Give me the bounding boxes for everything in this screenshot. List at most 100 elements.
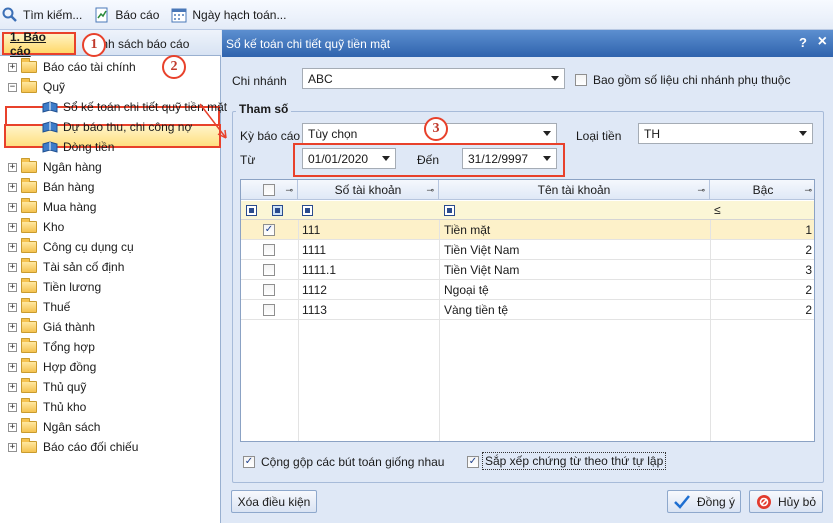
chevron-down-icon[interactable]: [538, 124, 556, 143]
tree-node-1[interactable]: − Quỹ: [8, 77, 65, 97]
include-sub-branch-checkbox[interactable]: [575, 74, 587, 86]
expand-icon[interactable]: +: [8, 222, 17, 232]
expand-icon[interactable]: +: [8, 382, 17, 392]
pin-icon[interactable]: ⊸: [426, 185, 434, 196]
tree-node-14[interactable]: + Tổng hợp: [8, 337, 95, 357]
grid-header-account-name[interactable]: Tên tài khoản ⊸: [439, 180, 710, 200]
tree-node-19[interactable]: + Báo cáo đối chiếu: [8, 437, 138, 457]
tree-node-6[interactable]: + Bán hàng: [8, 177, 94, 197]
folder-icon: [21, 338, 37, 353]
chevron-down-icon[interactable]: [377, 149, 395, 168]
select-all-checkbox[interactable]: [263, 183, 275, 196]
filter-account-no-icon[interactable]: [302, 205, 313, 216]
clear-conditions-button[interactable]: Xóa điều kiện: [231, 490, 317, 513]
pin-icon[interactable]: ⊸: [697, 185, 705, 196]
row-checkbox[interactable]: [263, 284, 275, 296]
branch-combobox[interactable]: ABC: [302, 68, 565, 89]
ok-button[interactable]: Đồng ý: [667, 490, 741, 513]
account-name-cell: Tiền mặt: [444, 223, 491, 237]
help-icon[interactable]: ?: [799, 35, 807, 50]
tree-node-7[interactable]: + Mua hàng: [8, 197, 96, 217]
tree-node-3[interactable]: Dự báo thu, chi công nợ: [42, 117, 192, 137]
expand-icon[interactable]: +: [8, 62, 17, 72]
grid-header-select[interactable]: ⊸: [241, 180, 298, 200]
folder-icon: [21, 218, 37, 233]
filter-account-name-icon[interactable]: [444, 205, 455, 216]
currency-combobox[interactable]: TH: [638, 123, 813, 144]
tree-node-11[interactable]: + Tiền lương: [8, 277, 101, 297]
table-row[interactable]: 1111.1 Tiền Việt Nam 3: [241, 260, 814, 280]
from-label: Từ: [240, 153, 256, 167]
tree-node-label: Thủ kho: [43, 400, 87, 414]
tree-node-12[interactable]: + Thuế: [8, 297, 70, 317]
account-no-cell: 1111: [302, 243, 327, 257]
cancel-button[interactable]: Hủy bỏ: [749, 490, 823, 513]
grid-header-account-no[interactable]: Số tài khoản ⊸: [298, 180, 439, 200]
step-callout-1: 1: [82, 33, 106, 57]
filter-check-icon[interactable]: [272, 205, 283, 216]
filter-select-icon[interactable]: [246, 205, 257, 216]
level-cell: 2: [805, 283, 812, 297]
tree-node-4[interactable]: Dòng tiền: [42, 137, 114, 157]
tree-node-16[interactable]: + Thủ quỹ: [8, 377, 86, 397]
tree-node-15[interactable]: + Hợp đồng: [8, 357, 96, 377]
expand-icon[interactable]: +: [8, 162, 17, 172]
tree-node-9[interactable]: + Công cụ dụng cụ: [8, 237, 134, 257]
tree-node-10[interactable]: + Tài sản cố định: [8, 257, 124, 277]
step-callout-2: 2: [162, 55, 186, 79]
expand-icon[interactable]: +: [8, 322, 17, 332]
expand-icon[interactable]: +: [8, 362, 17, 372]
cancel-icon: [756, 494, 771, 509]
table-row[interactable]: 111 Tiền mặt 1: [241, 220, 814, 240]
branch-value: ABC: [308, 71, 333, 86]
tab-reports[interactable]: 1. Báo cáo: [2, 30, 76, 58]
grid-header-level[interactable]: Bậc ⊸: [710, 180, 814, 200]
expand-icon[interactable]: +: [8, 202, 17, 212]
tree-node-5[interactable]: + Ngân hàng: [8, 157, 102, 177]
row-checkbox[interactable]: [263, 264, 275, 276]
table-row[interactable]: 1113 Vàng tiền tệ 2: [241, 300, 814, 320]
to-date-input[interactable]: 31/12/9997: [462, 148, 557, 169]
tree-node-18[interactable]: + Ngân sách: [8, 417, 100, 437]
tree-node-0[interactable]: + Báo cáo tài chính: [8, 57, 136, 77]
report-book-icon: [42, 101, 58, 113]
row-checkbox[interactable]: [263, 304, 275, 316]
expand-icon[interactable]: +: [8, 402, 17, 412]
merge-entries-checkbox[interactable]: [243, 456, 255, 468]
expand-icon[interactable]: +: [8, 422, 17, 432]
tree-node-label: Bán hàng: [43, 180, 95, 194]
tree-node-8[interactable]: + Kho: [8, 217, 64, 237]
tree-node-label: Quỹ: [43, 80, 66, 94]
expand-icon[interactable]: +: [8, 242, 17, 252]
chevron-down-icon[interactable]: [546, 69, 564, 88]
tree-node-label: Tổng hợp: [43, 340, 95, 354]
posting-date-button[interactable]: Ngày hạch toán...: [171, 7, 286, 23]
expand-icon[interactable]: +: [8, 302, 17, 312]
sort-vouchers-checkbox[interactable]: [467, 456, 479, 468]
chevron-down-icon[interactable]: [538, 149, 556, 168]
header-account-name: Tên tài khoản: [537, 182, 611, 197]
tree-node-17[interactable]: + Thủ kho: [8, 397, 86, 417]
search-icon: [2, 7, 17, 22]
report-button[interactable]: Báo cáo: [94, 7, 159, 23]
expand-icon[interactable]: +: [8, 262, 17, 272]
collapse-icon[interactable]: −: [8, 82, 17, 92]
expand-icon[interactable]: +: [8, 342, 17, 352]
row-checkbox[interactable]: [263, 224, 275, 236]
row-checkbox[interactable]: [263, 244, 275, 256]
search-button[interactable]: Tìm kiếm...: [2, 7, 82, 23]
pin-icon[interactable]: ⊸: [285, 185, 293, 196]
filter-level-operator[interactable]: ≤: [714, 203, 721, 217]
table-row[interactable]: 1112 Ngoại tệ 2: [241, 280, 814, 300]
tree-node-13[interactable]: + Giá thành: [8, 317, 95, 337]
expand-icon[interactable]: +: [8, 182, 17, 192]
chevron-down-icon[interactable]: [794, 124, 812, 143]
posting-date-label: Ngày hạch toán...: [192, 7, 287, 22]
table-row[interactable]: 1111 Tiền Việt Nam 2: [241, 240, 814, 260]
folder-icon: [21, 398, 37, 413]
pin-icon[interactable]: ⊸: [804, 185, 812, 196]
expand-icon[interactable]: +: [8, 282, 17, 292]
close-icon[interactable]: ×: [818, 33, 827, 51]
expand-icon[interactable]: +: [8, 442, 17, 452]
from-date-input[interactable]: 01/01/2020: [302, 148, 396, 169]
